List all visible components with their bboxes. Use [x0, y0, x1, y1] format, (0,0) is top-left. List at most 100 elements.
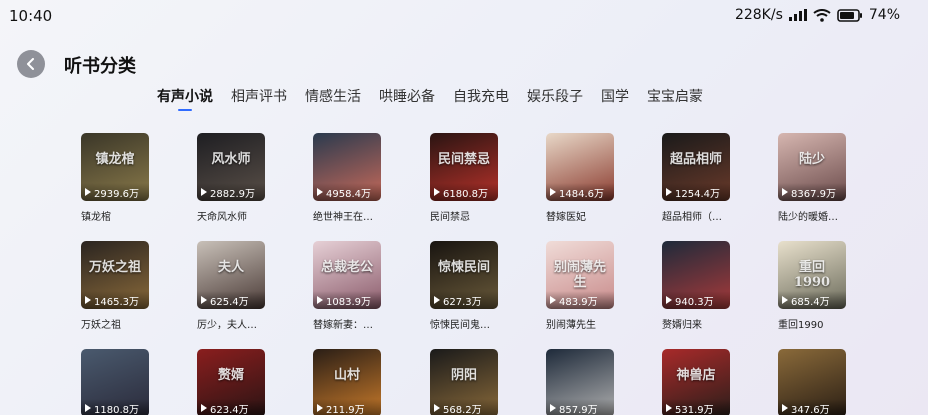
book-cover[interactable]: 超品相师 1254.4万	[662, 133, 730, 201]
cover-art-text: 重回1990	[793, 260, 831, 290]
book-title[interactable]: 替嫁医妃	[546, 208, 636, 223]
book-title[interactable]: 超品相师（…	[662, 208, 752, 223]
cover-art-text: 赘婿	[217, 368, 244, 384]
book-title[interactable]: 别闹薄先生	[546, 316, 636, 331]
tab-7[interactable]: 宝宝启蒙	[647, 86, 703, 106]
book-title[interactable]: 惊悚民间鬼…	[430, 316, 520, 331]
book-card[interactable]: 别闹薄先生 483.9万 别闹薄先生	[546, 241, 614, 331]
cover-art-text: 陆少	[798, 152, 825, 168]
play-count: 2939.6万	[94, 188, 139, 200]
tab-1[interactable]: 相声评书	[231, 86, 287, 106]
book-title[interactable]: 镇龙棺	[81, 208, 171, 223]
tab-6[interactable]: 国学	[601, 86, 629, 106]
book-card[interactable]: 1180.8万	[81, 349, 149, 415]
book-title[interactable]: 赘婿归来	[662, 316, 752, 331]
play-count-bar: 1254.4万	[662, 183, 730, 201]
book-card[interactable]: 1484.6万 替嫁医妃	[546, 133, 614, 223]
play-count-bar: 1465.3万	[81, 291, 149, 309]
book-cover[interactable]: 镇龙棺 2939.6万	[81, 133, 149, 201]
book-card[interactable]: 347.6万	[778, 349, 846, 415]
book-title[interactable]: 天命风水师	[197, 208, 287, 223]
play-icon	[666, 188, 672, 196]
cover-art-text: 夫人	[217, 260, 244, 276]
play-icon	[550, 296, 556, 304]
back-button[interactable]	[17, 50, 45, 78]
play-count-bar: 627.3万	[430, 291, 498, 309]
book-cover[interactable]: 山村 211.9万	[313, 349, 381, 415]
book-title[interactable]: 民间禁忌	[430, 208, 520, 223]
book-cover[interactable]: 神兽店 531.9万	[662, 349, 730, 415]
play-icon	[550, 188, 556, 196]
tab-3[interactable]: 哄睡必备	[379, 86, 435, 106]
play-icon	[317, 296, 323, 304]
play-icon	[434, 188, 440, 196]
book-card[interactable]: 总裁老公 1083.9万 替嫁新妻：…	[313, 241, 381, 331]
play-icon	[666, 404, 672, 412]
play-count: 940.3万	[675, 296, 714, 308]
play-icon	[85, 296, 91, 304]
book-card[interactable]: 超品相师 1254.4万 超品相师（…	[662, 133, 730, 223]
book-card[interactable]: 857.9万	[546, 349, 614, 415]
play-count-bar: 6180.8万	[430, 183, 498, 201]
book-title[interactable]: 陆少的暖婚…	[778, 208, 868, 223]
book-cover[interactable]: 风水师 2882.9万	[197, 133, 265, 201]
book-cover[interactable]: 总裁老公 1083.9万	[313, 241, 381, 309]
book-cover[interactable]: 万妖之祖 1465.3万	[81, 241, 149, 309]
play-icon	[666, 296, 672, 304]
play-count-bar: 1083.9万	[313, 291, 381, 309]
book-card[interactable]: 镇龙棺 2939.6万 镇龙棺	[81, 133, 149, 223]
book-cover[interactable]: 阴阳 568.2万	[430, 349, 498, 415]
book-title[interactable]: 万妖之祖	[81, 316, 171, 331]
tab-5[interactable]: 娱乐段子	[527, 86, 583, 106]
play-count: 6180.8万	[443, 188, 488, 200]
book-cover[interactable]: 940.3万	[662, 241, 730, 309]
play-count-bar: 2882.9万	[197, 183, 265, 201]
book-cover[interactable]: 4958.4万	[313, 133, 381, 201]
book-card[interactable]: 940.3万 赘婿归来	[662, 241, 730, 331]
book-cover[interactable]: 夫人 625.4万	[197, 241, 265, 309]
book-cover[interactable]: 赘婿 623.4万	[197, 349, 265, 415]
play-count: 531.9万	[675, 404, 714, 415]
page-title: 听书分类	[64, 56, 136, 77]
book-cover[interactable]: 重回1990 685.4万	[778, 241, 846, 309]
book-cover[interactable]: 民间禁忌 6180.8万	[430, 133, 498, 201]
book-card[interactable]: 神兽店 531.9万	[662, 349, 730, 415]
book-card[interactable]: 赘婿 623.4万	[197, 349, 265, 415]
play-count: 627.3万	[443, 296, 482, 308]
book-card[interactable]: 山村 211.9万	[313, 349, 381, 415]
book-card[interactable]: 夫人 625.4万 厉少，夫人…	[197, 241, 265, 331]
book-card[interactable]: 风水师 2882.9万 天命风水师	[197, 133, 265, 223]
tab-0[interactable]: 有声小说	[157, 86, 213, 111]
book-title[interactable]: 替嫁新妻：…	[313, 316, 403, 331]
play-count-bar: 623.4万	[197, 399, 265, 415]
book-cover[interactable]: 陆少 8367.9万	[778, 133, 846, 201]
play-icon	[782, 188, 788, 196]
play-icon	[201, 188, 207, 196]
book-cover[interactable]: 惊悚民间 627.3万	[430, 241, 498, 309]
tab-4[interactable]: 自我充电	[453, 86, 509, 106]
book-title[interactable]: 厉少，夫人…	[197, 316, 287, 331]
cover-art-text: 万妖之祖	[88, 260, 141, 276]
book-title[interactable]: 绝世神王在…	[313, 208, 403, 223]
cover-art-text: 惊悚民间	[437, 260, 490, 276]
header: 听书分类	[0, 48, 928, 80]
book-card[interactable]: 4958.4万 绝世神王在…	[313, 133, 381, 223]
play-count: 623.4万	[210, 404, 249, 415]
book-card[interactable]: 阴阳 568.2万	[430, 349, 498, 415]
play-count: 857.9万	[559, 404, 598, 415]
book-card[interactable]: 惊悚民间 627.3万 惊悚民间鬼…	[430, 241, 498, 331]
book-card[interactable]: 万妖之祖 1465.3万 万妖之祖	[81, 241, 149, 331]
book-cover[interactable]: 347.6万	[778, 349, 846, 415]
book-card[interactable]: 重回1990 685.4万 重回1990	[778, 241, 846, 331]
book-cover[interactable]: 857.9万	[546, 349, 614, 415]
play-count: 1083.9万	[326, 296, 371, 308]
book-card[interactable]: 陆少 8367.9万 陆少的暖婚…	[778, 133, 846, 223]
book-cover[interactable]: 1484.6万	[546, 133, 614, 201]
book-cover[interactable]: 别闹薄先生 483.9万	[546, 241, 614, 309]
tab-2[interactable]: 情感生活	[305, 86, 361, 106]
play-count: 568.2万	[443, 404, 482, 415]
book-cover[interactable]: 1180.8万	[81, 349, 149, 415]
play-count-bar: 483.9万	[546, 291, 614, 309]
book-title[interactable]: 重回1990	[778, 316, 868, 331]
book-card[interactable]: 民间禁忌 6180.8万 民间禁忌	[430, 133, 498, 223]
